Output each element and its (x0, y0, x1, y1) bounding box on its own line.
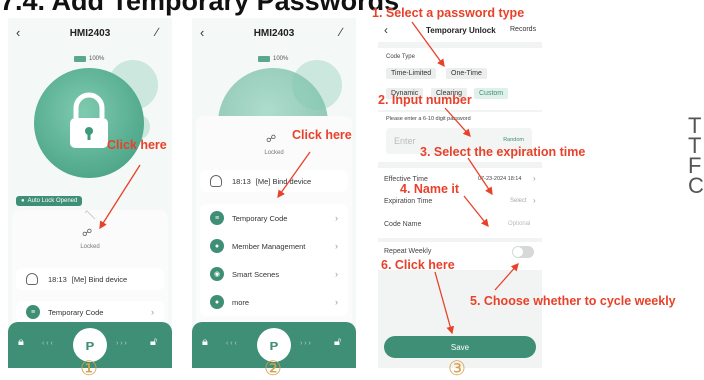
arrow-expiration (467, 157, 493, 196)
side-text-fragment: T T F C (688, 115, 704, 198)
annotation-step1: 1. Select a password type (372, 6, 525, 20)
step-number-1: ① (80, 356, 98, 380)
annotation-step4: 4. Name it (400, 182, 460, 196)
arrow-password-type (411, 21, 445, 68)
annotation-arrows (99, 21, 519, 335)
side-text-line: C (688, 173, 704, 198)
annotation-step5: 5. Choose whether to cycle weekly (470, 294, 676, 308)
step-number-3: ③ (448, 356, 466, 380)
arrow-step1-phone2 (277, 151, 311, 199)
annotation-step6: 6. Click here (381, 258, 455, 272)
arrow-step1-phone1 (99, 164, 141, 230)
annotation-step3: 3. Select the expiration time (420, 145, 586, 159)
step-number-2: ② (264, 356, 282, 380)
arrow-input-number (444, 107, 471, 137)
callout-click-here-1: Click here (107, 138, 167, 152)
arrow-save (434, 271, 455, 335)
arrow-repeat-weekly (494, 263, 519, 291)
arrow-name (463, 195, 489, 228)
callout-click-here-2: Click here (292, 128, 352, 142)
annotation-step2: 2. Input number (378, 93, 472, 107)
